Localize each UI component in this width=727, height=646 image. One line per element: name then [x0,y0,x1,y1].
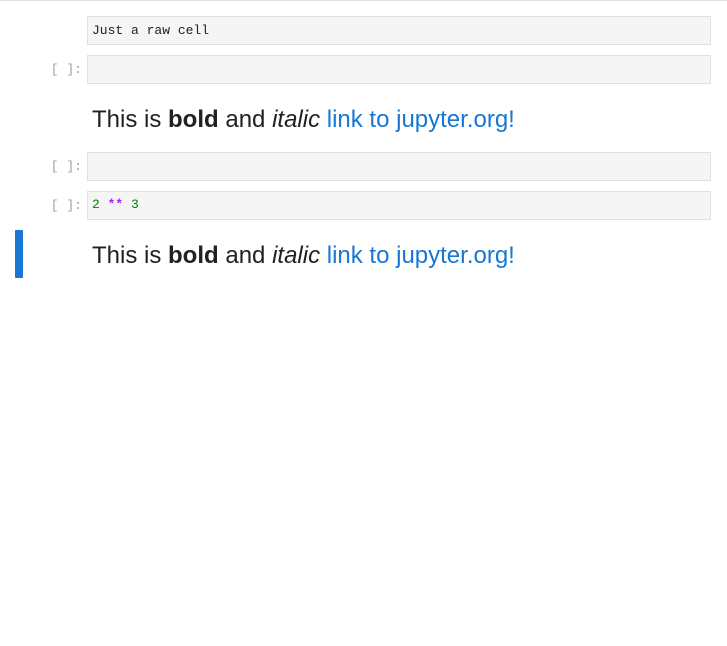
raw-cell[interactable]: Just a raw cell [0,16,727,46]
markdown-rendered: This is bold and italic link to jupyter.… [92,241,515,271]
code-cell[interactable]: [ ]: [0,55,727,85]
number-token: 3 [131,197,139,212]
md-text: and [218,106,273,133]
input-prompt: [ ]: [50,159,82,174]
active-cell-indicator [15,230,23,278]
code-cell-editor[interactable] [87,55,711,84]
code-cell[interactable]: [ ]: [0,152,727,182]
notebook: Just a raw cell [ ]: This is bold and it… [0,0,727,646]
md-text: This is [92,106,169,133]
md-text [320,106,327,133]
input-prompt: [ ]: [50,198,82,213]
md-text: This is [92,242,169,269]
md-text: and [218,242,273,269]
code-cell-editor[interactable]: 2 ** 3 [87,191,711,220]
markdown-cell-active[interactable]: This is bold and italic link to jupyter.… [0,230,727,278]
md-bold: bold [168,106,219,133]
raw-cell-editor[interactable]: Just a raw cell [87,16,711,45]
md-italic: italic [272,106,321,133]
operator-token: ** [107,197,124,212]
markdown-cell[interactable]: This is bold and italic link to jupyter.… [0,105,727,137]
md-bold: bold [168,242,219,269]
code-cell[interactable]: [ ]: 2 ** 3 [0,191,727,221]
md-italic: italic [272,242,321,269]
input-prompt: [ ]: [50,62,82,77]
code-cell-editor[interactable] [87,152,711,181]
md-text [320,242,327,269]
jupyter-link[interactable]: link to jupyter.org! [327,242,515,269]
number-token: 2 [92,197,100,212]
markdown-rendered: This is bold and italic link to jupyter.… [92,105,515,135]
jupyter-link[interactable]: link to jupyter.org! [327,106,515,133]
